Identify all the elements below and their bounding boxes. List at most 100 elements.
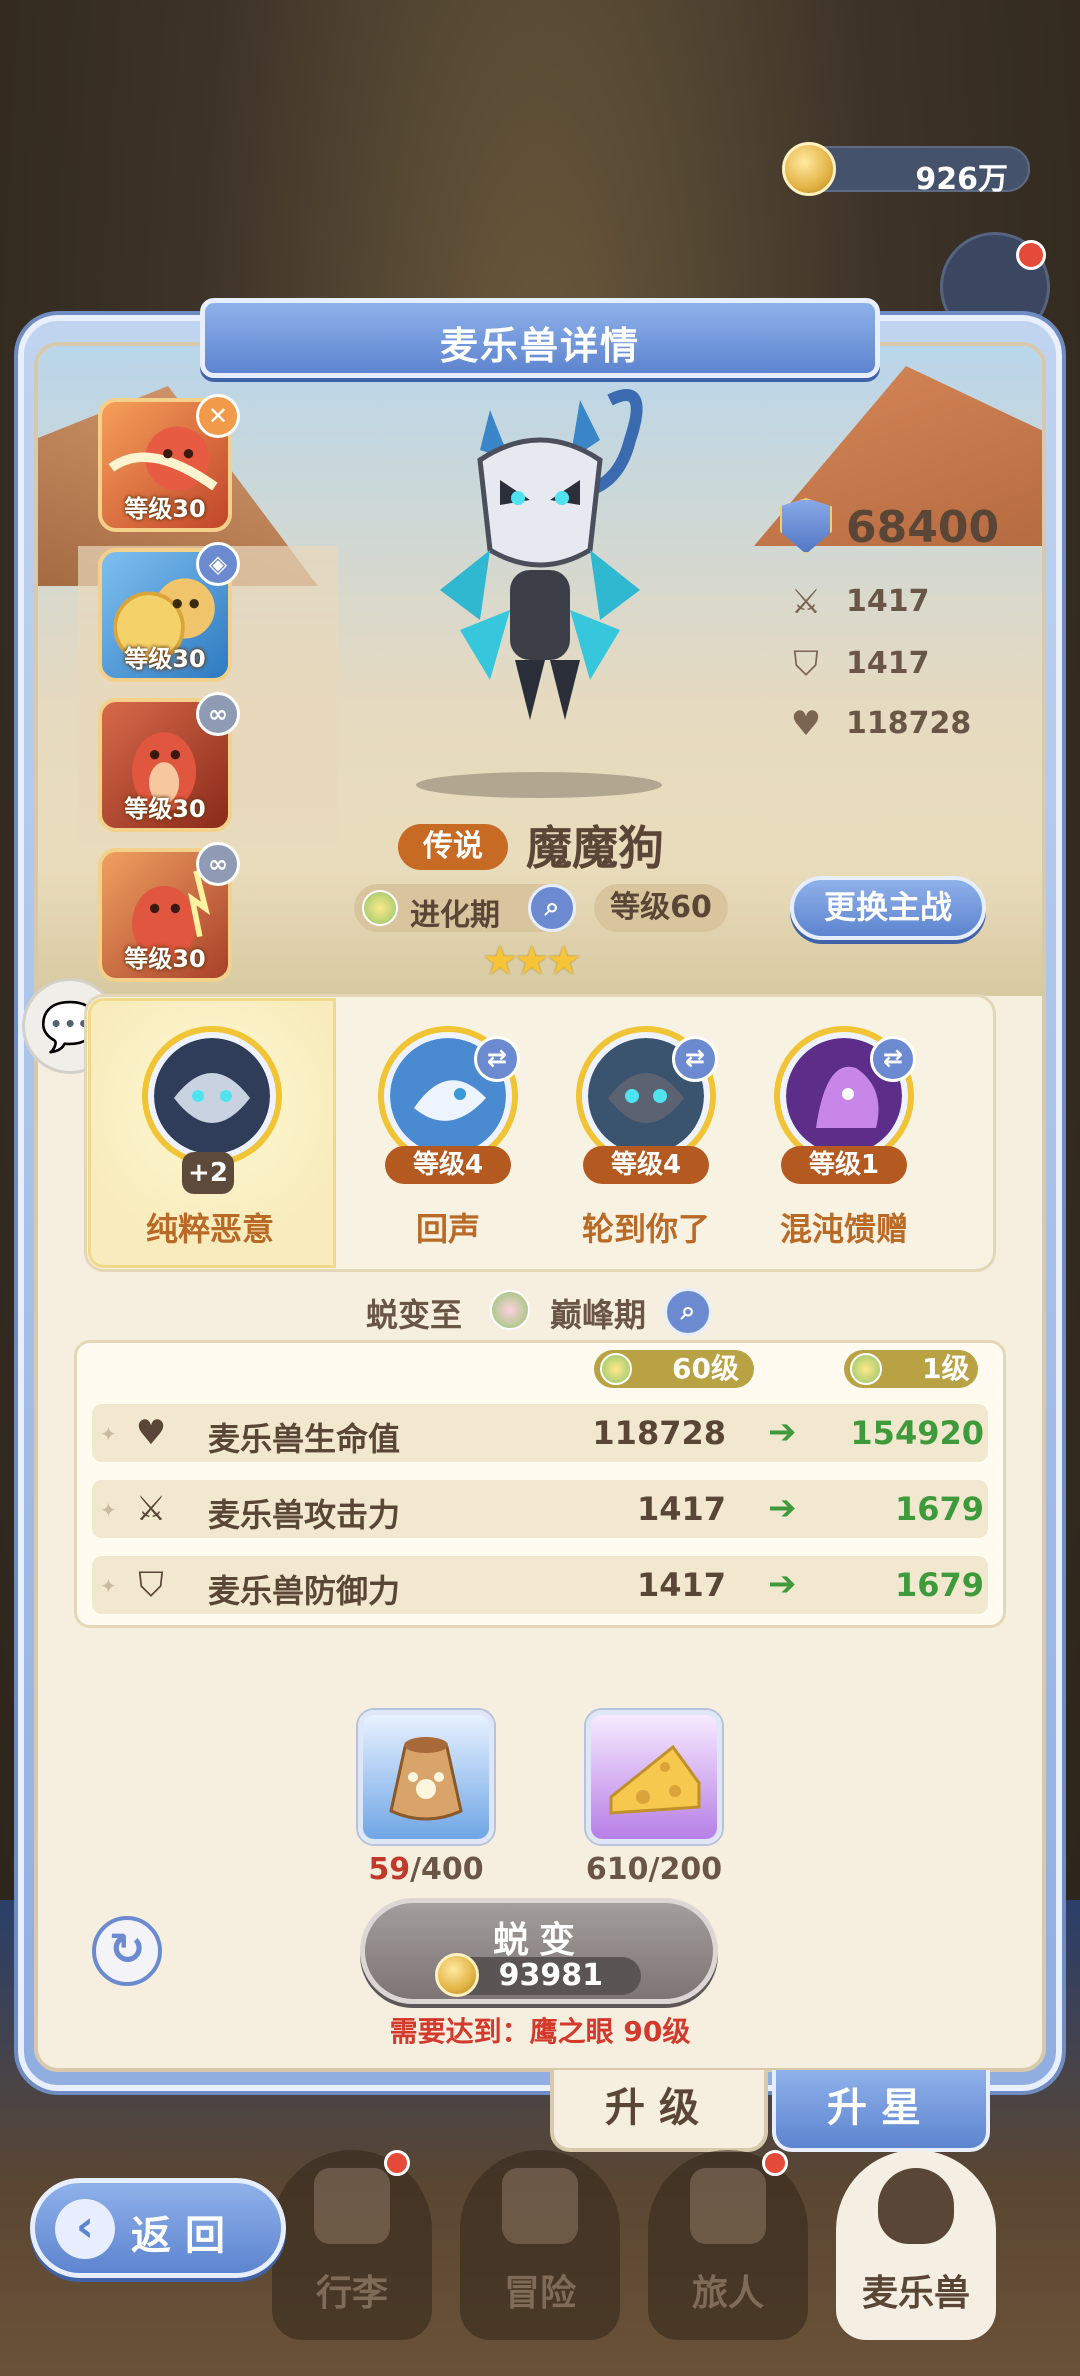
swap-icon[interactable]: ⇄	[474, 1036, 520, 1082]
compare-label: 麦乐兽攻击力	[208, 1496, 401, 1534]
switch-main-button[interactable]: 更换主战	[790, 876, 986, 940]
team-slot-level: 等级30	[124, 495, 206, 523]
swords-icon: ⚔	[790, 582, 822, 622]
skill-name: 轮到你了	[581, 1210, 710, 1248]
arrow-right-icon: ➔	[768, 1564, 797, 1604]
skill-bonus-badge: +2	[182, 1152, 234, 1194]
evolve-target-stage: 巅峰期	[550, 1296, 647, 1334]
tab-upstar[interactable]: 升星	[772, 2070, 990, 2152]
monster-level: 等级60	[594, 884, 728, 932]
stage-flower-icon	[600, 1353, 632, 1385]
team-slot-level: 等级30	[124, 945, 206, 973]
refresh-button[interactable]: ↻	[92, 1916, 162, 1986]
food-bag-need: /400	[410, 1852, 484, 1887]
skill-name: 纯粹恶意	[145, 1210, 274, 1248]
current-level-badge: 60级	[594, 1350, 754, 1388]
skill-level: 等级4	[583, 1146, 709, 1184]
compare-new: 154920	[850, 1414, 984, 1452]
evolve-button-label: 蜕变	[492, 1920, 585, 1961]
nav-label: 旅人	[691, 2273, 764, 2314]
attack-value: 1417	[846, 584, 930, 619]
skill-pure-malice[interactable]	[142, 1026, 282, 1166]
swords-icon: ⚔	[135, 1489, 167, 1529]
arrow-right-icon: ➔	[768, 1412, 797, 1452]
title-banner: 麦乐兽详情	[200, 298, 880, 378]
notification-dot	[384, 2150, 410, 2176]
nav-label: 麦乐兽	[861, 2273, 970, 2314]
shield-icon: ⛉	[138, 1565, 164, 1605]
evolve-cost-value: 93981	[498, 1958, 603, 1993]
cheese-need: /200	[648, 1852, 723, 1887]
evolve-button[interactable]: 蜕变 93981	[360, 1898, 718, 2004]
compare-new: 1679	[894, 1490, 984, 1528]
crossed-swords-icon	[502, 2168, 578, 2244]
peak-stage-icon	[490, 1290, 530, 1330]
link-icon: ∞	[196, 692, 240, 736]
skill-level: 等级1	[781, 1146, 907, 1184]
stage-info-button[interactable]: ⌕	[528, 884, 576, 932]
tab-upgrade[interactable]: 升级	[550, 2070, 768, 2152]
compare-label: 麦乐兽生命值	[208, 1420, 401, 1458]
monster-shadow	[416, 772, 662, 798]
attack-stat: ⚔ 1417	[784, 580, 1004, 624]
close-icon[interactable]: ✕	[196, 394, 240, 438]
nav-label: 冒险	[503, 2273, 576, 2314]
refresh-icon: ↻	[108, 1924, 146, 1975]
compare-new: 1679	[894, 1566, 984, 1604]
nav-traveler[interactable]: 旅人	[648, 2150, 808, 2340]
sparkle-icon: ✦	[100, 1574, 117, 1598]
compare-label: 麦乐兽防御力	[208, 1572, 401, 1610]
nav-label: 行李	[315, 2273, 388, 2314]
notification-dot	[762, 2150, 788, 2176]
skill-art	[154, 1038, 270, 1154]
currency-bar: 926万	[782, 142, 1030, 197]
defense-value: 1417	[846, 646, 930, 681]
stage-flower-icon	[362, 890, 398, 926]
nav-luggage[interactable]: 行李	[272, 2150, 432, 2340]
cheese-count: 610/200	[564, 1852, 744, 1887]
cheese-icon	[609, 1744, 701, 1815]
shield-icon: ◈	[196, 542, 240, 586]
traveler-icon	[690, 2168, 766, 2244]
compare-row-attack: ✦ ⚔ 麦乐兽攻击力 1417 ➔ 1679	[92, 1480, 988, 1538]
nav-adventure[interactable]: 冒险	[460, 2150, 620, 2340]
compare-old: 118728	[592, 1414, 726, 1452]
coin-icon	[435, 1953, 479, 1997]
heart-icon: ♥	[790, 704, 822, 744]
compare-row-defense: ✦ ⛉ 麦乐兽防御力 1417 ➔ 1679	[92, 1556, 988, 1614]
link-icon: ∞	[196, 842, 240, 886]
food-bag-count: 59/400	[336, 1852, 516, 1887]
target-stage-info-button[interactable]: ⌕	[664, 1288, 712, 1336]
skill-name: 混沌馈赠	[779, 1210, 908, 1248]
star-rating: ★★★	[482, 938, 582, 984]
nav-mellow-beast[interactable]: 麦乐兽	[836, 2150, 996, 2340]
team-slot-level: 等级30	[124, 795, 206, 823]
power-value: 68400	[846, 502, 1000, 553]
swap-icon[interactable]: ⇄	[870, 1036, 916, 1082]
heart-icon: ♥	[135, 1413, 167, 1453]
compare-old: 1417	[636, 1490, 726, 1528]
back-button[interactable]: ‹ 返回	[30, 2178, 286, 2278]
cheese-have: 610	[585, 1852, 649, 1887]
hp-stat: ♥ 118728	[784, 702, 1004, 746]
swap-icon[interactable]: ⇄	[672, 1036, 718, 1082]
evolve-to-label: 蜕变至	[366, 1296, 463, 1334]
current-level: 60级	[672, 1352, 739, 1385]
food-bag-icon	[389, 1737, 463, 1821]
food-bag-have: 59	[368, 1852, 411, 1887]
sparkle-icon: ✦	[100, 1422, 117, 1446]
beast-icon	[878, 2168, 954, 2244]
rarity-badge: 传说	[398, 824, 508, 870]
food-bag-item[interactable]	[358, 1710, 494, 1844]
cheese-item[interactable]	[586, 1710, 722, 1844]
evolve-requirement: 需要达到：鹰之眼 90级	[389, 2015, 691, 2048]
currency-amount: 926万	[915, 162, 1008, 197]
skill-level: 等级4	[385, 1146, 511, 1184]
shield-icon: ⛉	[793, 644, 819, 684]
peak-stage-icon	[850, 1353, 882, 1385]
defense-stat: ⛉ 1417	[784, 642, 1004, 686]
compare-old: 1417	[636, 1566, 726, 1604]
hp-value: 118728	[846, 706, 972, 741]
evolve-cost: 93981	[435, 1953, 641, 1997]
stage-name: 进化期	[410, 898, 500, 933]
